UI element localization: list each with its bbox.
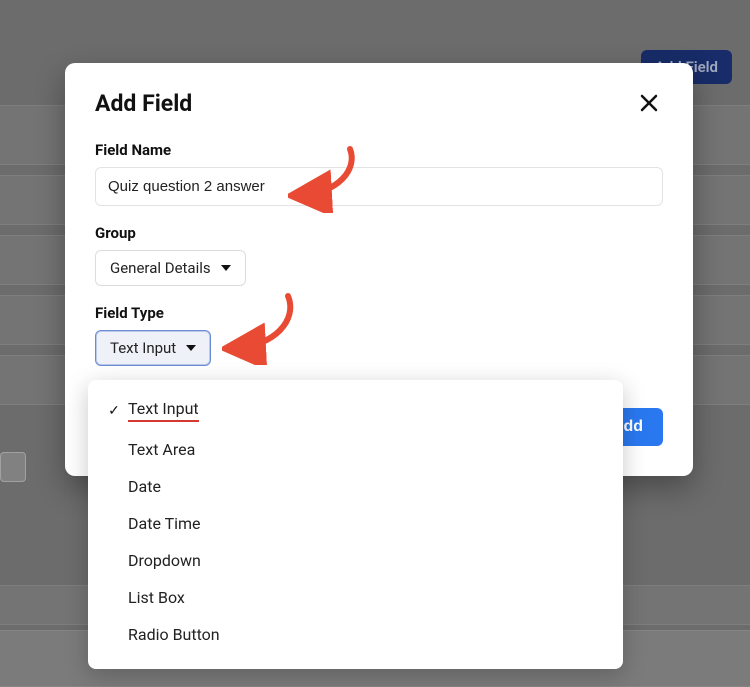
field-type-menu: ✓ Text Input Text Area Date Date Time Dr… (88, 380, 623, 669)
group-field: Group General Details (95, 224, 663, 286)
field-name-group: Field Name (95, 141, 663, 206)
menu-item-text-area[interactable]: Text Area (88, 431, 623, 468)
group-select[interactable]: General Details (95, 250, 246, 286)
field-type-select[interactable]: Text Input (95, 330, 211, 366)
menu-item-label: Radio Button (128, 625, 220, 644)
menu-item-label: Text Area (128, 440, 195, 459)
menu-item-label: Date (128, 477, 161, 496)
menu-item-date-time[interactable]: Date Time (88, 505, 623, 542)
menu-item-label: Text Input (128, 399, 199, 422)
menu-item-label: List Box (128, 588, 185, 607)
group-label: Group (95, 224, 663, 242)
close-button[interactable] (635, 89, 663, 117)
menu-item-label: Dropdown (128, 551, 201, 570)
chevron-down-icon (186, 345, 196, 351)
field-name-input[interactable] (95, 167, 663, 206)
menu-item-list-box[interactable]: List Box (88, 579, 623, 616)
menu-item-text-input[interactable]: ✓ Text Input (88, 390, 623, 431)
menu-item-dropdown[interactable]: Dropdown (88, 542, 623, 579)
field-type-selected-value: Text Input (110, 339, 176, 357)
menu-item-label: Date Time (128, 514, 201, 533)
chevron-down-icon (221, 265, 231, 271)
menu-item-radio-button[interactable]: Radio Button (88, 616, 623, 653)
background-control (0, 452, 26, 482)
modal-title: Add Field (95, 90, 192, 117)
group-selected-value: General Details (110, 259, 211, 277)
check-icon: ✓ (104, 403, 124, 419)
field-type-field: Field Type Text Input (95, 304, 663, 366)
menu-item-date[interactable]: Date (88, 468, 623, 505)
modal-header: Add Field (95, 89, 663, 117)
field-type-label: Field Type (95, 304, 663, 322)
field-name-label: Field Name (95, 141, 663, 159)
close-icon (639, 93, 659, 113)
